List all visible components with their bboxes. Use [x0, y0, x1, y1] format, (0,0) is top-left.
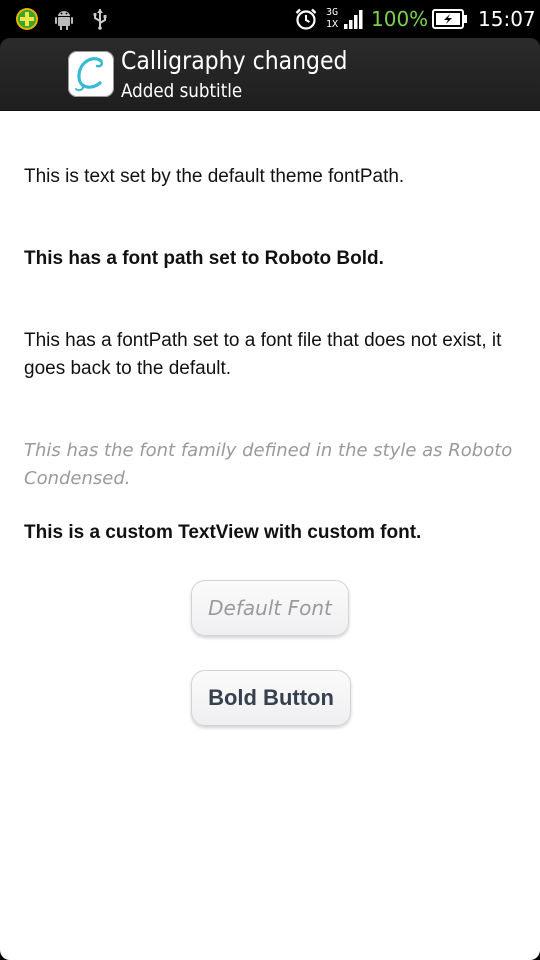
android-debug-icon [52, 7, 76, 31]
content-area: This is text set by the default theme fo… [0, 111, 540, 960]
default-font-button-label: Default Font [208, 596, 332, 620]
bold-button[interactable]: Bold Button [191, 670, 351, 726]
status-bar: 3G 1X 100% 15:07 [0, 0, 540, 38]
battery-percent: 100% [371, 7, 429, 31]
status-time: 15:07 [478, 7, 536, 31]
network-top-label: 3G [326, 7, 339, 18]
text-default-font: This is text set by the default theme fo… [24, 166, 405, 187]
bold-button-label: Bold Button [208, 685, 334, 710]
signal-icon [340, 7, 364, 31]
usb-icon [88, 7, 112, 31]
default-font-button[interactable]: Default Font [191, 580, 349, 636]
action-bar-subtitle: Added subtitle [121, 80, 243, 102]
text-roboto-bold: This has a font path set to Roboto Bold. [24, 248, 384, 269]
text-roboto-condensed: This has the font family defined in the … [24, 440, 513, 489]
action-bar: Calligraphy changed Added subtitle [0, 38, 540, 111]
action-bar-title: Calligraphy changed [121, 46, 348, 75]
battery-charging-icon [432, 9, 468, 29]
alarm-icon [294, 7, 318, 31]
calligraphy-c-icon[interactable] [68, 51, 114, 97]
text-missing-font: This has a fontPath set to a font file t… [24, 330, 502, 379]
network-bottom-label: 1X [326, 19, 339, 30]
notification-plus-icon [15, 7, 39, 31]
text-custom-textview: This is a custom TextView with custom fo… [24, 522, 422, 543]
